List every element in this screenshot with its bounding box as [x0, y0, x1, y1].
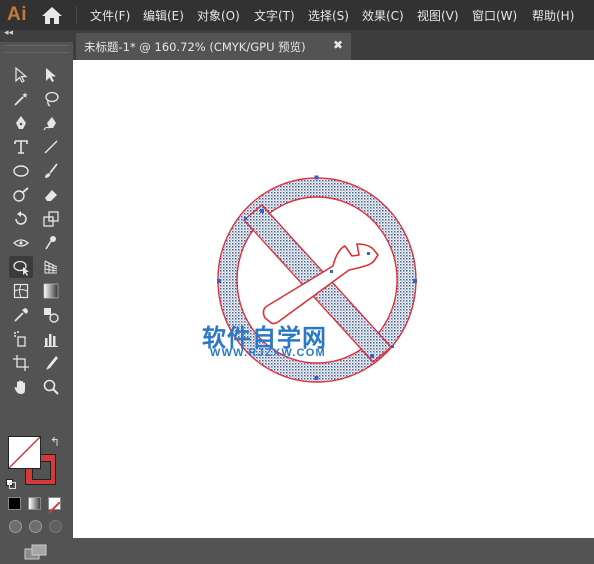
mesh-tool-icon[interactable]	[9, 280, 33, 302]
menu-help[interactable]: 帮助(H)	[532, 7, 574, 24]
tools-panel-header: ◂◂	[0, 28, 73, 42]
menu-separator	[76, 6, 77, 24]
direct-selection-tool-icon[interactable]	[39, 64, 63, 86]
ellipse-tool-icon[interactable]	[9, 160, 33, 182]
column-graph-tool-icon[interactable]	[39, 328, 63, 350]
document-tab[interactable]: 未标题-1* @ 160.72% (CMYK/GPU 预览) ✖	[76, 33, 351, 60]
perspective-grid-tool-icon[interactable]	[39, 256, 63, 278]
panel-grip[interactable]	[4, 45, 69, 53]
document-tab-title: 未标题-1* @ 160.72% (CMYK/GPU 预览)	[84, 40, 306, 54]
document-tab-bar: 未标题-1* @ 160.72% (CMYK/GPU 预览) ✖	[73, 30, 594, 60]
draw-inside-icon[interactable]	[49, 520, 62, 533]
type-tool-icon[interactable]	[9, 136, 33, 158]
draw-normal-icon[interactable]	[9, 520, 22, 533]
swap-fill-stroke-icon[interactable]: ↰	[50, 435, 60, 449]
shape-builder-tool-icon[interactable]	[9, 256, 33, 278]
gradient-mode-button[interactable]	[28, 497, 41, 510]
default-fill-stroke-icon[interactable]	[6, 474, 16, 489]
menu-effect[interactable]: 效果(C)	[362, 7, 404, 24]
line-segment-tool-icon[interactable]	[39, 136, 63, 158]
gradient-tool-icon[interactable]	[39, 280, 63, 302]
rotate-tool-icon[interactable]	[9, 208, 33, 230]
app-logo: Ai	[7, 4, 27, 25]
menu-select[interactable]: 选择(S)	[308, 7, 349, 24]
home-icon[interactable]	[40, 5, 64, 25]
zoom-tool-icon[interactable]	[39, 376, 63, 398]
eyedropper-tool-icon[interactable]	[9, 304, 33, 326]
menu-view[interactable]: 视图(V)	[417, 7, 459, 24]
none-mode-button[interactable]	[48, 497, 61, 514]
watermark-url: WWW.RJZXW.COM	[210, 347, 326, 359]
draw-behind-icon[interactable]	[29, 520, 42, 533]
shaper-tool-icon[interactable]	[9, 184, 33, 206]
artboard-tool-icon[interactable]	[9, 352, 33, 374]
menu-object[interactable]: 对象(O)	[197, 7, 240, 24]
magic-wand-tool-icon[interactable]	[9, 88, 33, 110]
artboard-canvas[interactable]: 软件自学网 WWW.RJZXW.COM	[73, 60, 594, 538]
menu-window[interactable]: 窗口(W)	[472, 7, 517, 24]
menu-file[interactable]: 文件(F)	[90, 7, 130, 24]
collapse-panel-icon[interactable]: ◂◂	[4, 28, 13, 38]
screen-mode-icon[interactable]	[24, 544, 48, 560]
lasso-tool-icon[interactable]	[39, 88, 63, 110]
color-mode-button[interactable]	[8, 497, 21, 510]
pen-tool-icon[interactable]	[9, 112, 33, 134]
menu-edit[interactable]: 编辑(E)	[143, 7, 184, 24]
tools-panel: ◂◂ ↰	[0, 28, 73, 560]
symbol-sprayer-tool-icon[interactable]	[9, 328, 33, 350]
hand-tool-icon[interactable]	[9, 376, 33, 398]
curvature-tool-icon[interactable]	[39, 112, 63, 134]
paintbrush-tool-icon[interactable]	[39, 160, 63, 182]
eraser-tool-icon[interactable]	[39, 184, 63, 206]
menu-type[interactable]: 文字(T)	[254, 7, 295, 24]
close-icon[interactable]: ✖	[333, 38, 343, 52]
slice-tool-icon[interactable]	[39, 352, 63, 374]
menu-bar: Ai 文件(F) 编辑(E) 对象(O) 文字(T) 选择(S) 效果(C) 视…	[0, 0, 594, 30]
puppet-warp-tool-icon[interactable]	[39, 232, 63, 254]
width-tool-icon[interactable]	[9, 232, 33, 254]
blend-tool-icon[interactable]	[39, 304, 63, 326]
artwork[interactable]	[73, 60, 594, 538]
fill-swatch-front[interactable]	[8, 436, 41, 469]
selection-tool-icon[interactable]	[9, 64, 33, 86]
scale-tool-icon[interactable]	[39, 208, 63, 230]
